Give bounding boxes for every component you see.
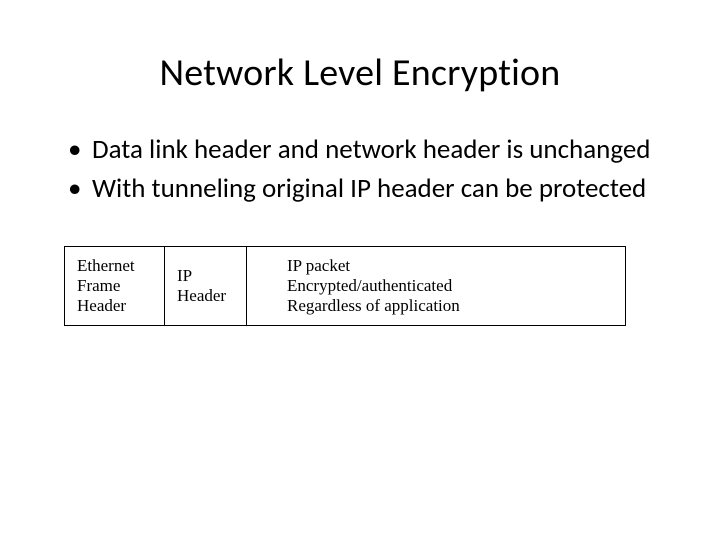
diagram-cell-payload: IP packet Encrypted/authenticated Regard… xyxy=(247,247,625,325)
diagram-text: IP xyxy=(177,266,236,286)
diagram-text: Frame xyxy=(77,276,154,296)
packet-diagram: Ethernet Frame Header IP Header IP packe… xyxy=(64,246,626,326)
diagram-cell-ethernet: Ethernet Frame Header xyxy=(65,247,165,325)
diagram-text: Encrypted/authenticated xyxy=(287,276,615,296)
bullet-item: Data link header and network header is u… xyxy=(68,134,660,167)
diagram-text: IP packet xyxy=(287,256,615,276)
diagram-text: Regardless of application xyxy=(287,296,615,316)
diagram-text: Header xyxy=(77,296,154,316)
diagram-cell-ip-header: IP Header xyxy=(165,247,247,325)
slide: Network Level Encryption Data link heade… xyxy=(0,0,720,540)
bullet-list: Data link header and network header is u… xyxy=(60,134,660,206)
diagram-text: Header xyxy=(177,286,236,306)
bullet-item: With tunneling original IP header can be… xyxy=(68,173,660,206)
page-title: Network Level Encryption xyxy=(60,50,660,96)
diagram-text: Ethernet xyxy=(77,256,154,276)
